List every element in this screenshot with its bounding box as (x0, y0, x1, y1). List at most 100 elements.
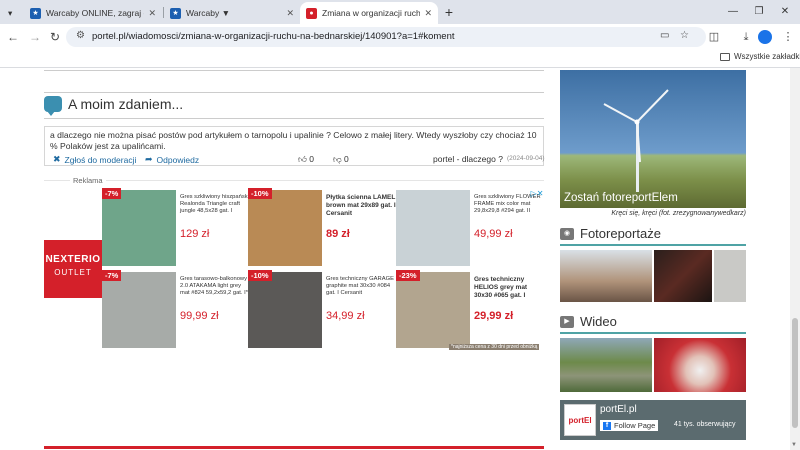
ad-product-4[interactable]: -7% Gres tarasowo-balkonowy 2.0 ATAKAMA l… (102, 270, 248, 350)
minimize-button[interactable]: — (722, 3, 744, 21)
photoreporter-promo[interactable]: Zostań fotoreportElem (560, 70, 746, 208)
tab-3-active[interactable]: ● Zmiana w organizacji ruchu na ✕ (300, 2, 438, 24)
reload-button[interactable]: ↻ (46, 28, 64, 46)
fb-page-name[interactable]: portEl.pl (600, 404, 637, 415)
product-image[interactable] (102, 272, 176, 348)
tab-1[interactable]: ★ Warcaby ONLINE, zagraj - Kurn ✕ (24, 2, 162, 24)
product-price: 29,99 zł (474, 310, 514, 322)
page-scrollbar[interactable]: ▼ (790, 68, 800, 450)
product-price: 129 zł (180, 228, 210, 240)
product-image[interactable] (248, 272, 322, 348)
menu-button[interactable]: ⋮ (780, 29, 796, 45)
portel-logo: portEl (564, 404, 596, 436)
tab-2-title: Warcaby ▼ (186, 8, 230, 18)
photo-section-heading[interactable]: ◉ Fotoreportaże (560, 226, 661, 241)
discount-badge: -10% (248, 188, 272, 199)
product-name[interactable]: Płytka ścienna LAMEL brown mat 29x89 gat… (326, 194, 396, 218)
promo-caption: Kręci się, kręci (fot. zrezygnowanywedka… (611, 210, 746, 217)
promo-title: Zostań fotoreportElem (564, 192, 678, 204)
comment-card: a dlaczego nie można pisać postów pod ar… (44, 126, 545, 166)
tab-list-button[interactable]: ▾ (2, 2, 26, 24)
report-label: Zgłoś do moderacji (64, 154, 137, 165)
product-name[interactable]: Gres techniczny GARAGE graphite mat 30x3… (326, 276, 396, 297)
fb-follow-label: Follow Page (614, 421, 656, 430)
tab-2-favicon: ★ (170, 7, 181, 19)
facebook-widget[interactable]: portEl portEl.pl f Follow Page 41 tys. o… (560, 400, 746, 440)
discount-badge: -7% (102, 270, 122, 281)
adchoices-icon[interactable]: ▷✕ (530, 189, 544, 199)
video-section-heading[interactable]: ▶ Wideo (560, 314, 617, 329)
ad-product-3[interactable]: Gres szkliwiony FLOWER FRAME mix color m… (396, 188, 542, 268)
comment-author: portel - dlaczego ? (433, 154, 503, 164)
restore-button[interactable]: ❐ (748, 3, 770, 21)
divider (44, 92, 544, 93)
product-image[interactable] (396, 272, 470, 348)
scroll-thumb[interactable] (792, 318, 798, 428)
ad-product-2[interactable]: -10% Płytka ścienna LAMEL brown mat 29x89… (248, 188, 396, 268)
tab-1-favicon: ★ (30, 7, 41, 19)
wind-turbine-image (603, 89, 669, 192)
tab-3-close-icon[interactable]: ✕ (424, 8, 432, 19)
thumbs-down-icon: 👎︎ (333, 154, 342, 164)
product-image[interactable] (396, 190, 470, 266)
ad-product-6[interactable]: -23% Gres techniczny HELIOS grey mat 30x3… (396, 270, 542, 350)
bookmark-star-icon[interactable]: ☆ (680, 30, 689, 41)
reply-link[interactable]: ➦ Odpowiedz (145, 154, 199, 165)
new-tab-button[interactable]: + (440, 4, 458, 20)
video-thumb-1[interactable] (560, 338, 652, 392)
product-image[interactable] (102, 190, 176, 266)
tab-1-close-icon[interactable]: ✕ (148, 8, 156, 19)
product-name[interactable]: Gres techniczny HELIOS grey mat 30x30 #0… (474, 276, 544, 300)
url-text[interactable]: portel.pl/wiadomosci/zmiana-w-organizacj… (92, 31, 455, 42)
ad-label: Reklama (70, 176, 106, 185)
product-name[interactable]: Gres tarasowo-balkonowy 2.0 ATAKAMA ligh… (180, 276, 250, 297)
tab-1-title: Warcaby ONLINE, zagraj - Kurn (46, 8, 144, 18)
comment-bubble-icon (44, 96, 62, 116)
address-bar[interactable]: ⚙ portel.pl/wiadomosci/zmiana-w-organiza… (66, 27, 706, 47)
product-price: 34,99 zł (326, 310, 365, 322)
downloads-button[interactable]: ⤓ (738, 29, 754, 45)
report-link[interactable]: ✖ Zgłoś do moderacji (53, 154, 136, 165)
video-thumb-2[interactable] (654, 338, 746, 392)
product-image[interactable] (248, 190, 322, 266)
extensions-button[interactable]: ◫ (706, 29, 722, 45)
ad-product-5[interactable]: -10% Gres techniczny GARAGE graphite mat … (248, 270, 394, 350)
ad-banner[interactable]: NEXTERIO OUTLET -7% Gres szkliwiony hiszp… (44, 188, 545, 352)
photo-thumb-3[interactable] (714, 250, 746, 302)
site-info-icon[interactable]: ⚙ (76, 30, 85, 41)
ad-product-1[interactable]: -7% Gres szkliwiony hiszpański Realonda T… (102, 188, 250, 268)
fb-follow-button[interactable]: f Follow Page (600, 420, 659, 431)
brand-sub: OUTLET (54, 268, 92, 277)
photo-thumb-1[interactable] (560, 250, 652, 302)
photo-section-title: Fotoreportaże (580, 226, 661, 241)
photo-thumb-2[interactable] (654, 250, 712, 302)
dislike-count: 0 (344, 154, 349, 164)
scroll-down-arrow-icon[interactable]: ▼ (791, 442, 797, 448)
arrow-left-icon: ← (7, 30, 19, 44)
arrow-right-icon: → (29, 30, 41, 44)
profile-avatar[interactable] (758, 30, 772, 44)
page-content: A moim zdaniem... a dlaczego nie można p… (0, 68, 790, 450)
forward-button[interactable]: → (26, 28, 44, 46)
close-window-button[interactable]: ✕ (774, 3, 796, 21)
product-name[interactable]: Gres szkliwiony hiszpański Realonda Tria… (180, 194, 250, 215)
puzzle-icon: ◫ (708, 31, 720, 43)
all-bookmarks-folder[interactable]: Wszystkie zakładki (720, 52, 800, 61)
brand-name: NEXTERIO (45, 254, 101, 265)
tab-2-close-icon[interactable]: ✕ (286, 8, 294, 19)
all-bookmarks-label: Wszystkie zakładki (734, 52, 800, 61)
download-icon: ⤓ (743, 31, 749, 43)
camera-icon: ◉ (560, 227, 574, 240)
product-price: 89 zł (326, 228, 350, 240)
discount-badge: -10% (248, 270, 272, 281)
back-button[interactable]: ← (4, 28, 22, 46)
dislike-button[interactable]: 👎︎ 0 (333, 154, 349, 165)
nexterio-logo[interactable]: NEXTERIO OUTLET (44, 240, 102, 298)
plus-icon: + (444, 4, 454, 20)
like-button[interactable]: 👍︎ 0 (298, 154, 314, 165)
tab-2[interactable]: ★ Warcaby ▼ ✕ (164, 2, 300, 24)
opinion-title: A moim zdaniem... (68, 96, 184, 112)
reply-arrow-icon: ➦ (145, 154, 153, 164)
cast-icon[interactable]: ▭ (660, 30, 669, 41)
folder-icon (720, 52, 730, 61)
